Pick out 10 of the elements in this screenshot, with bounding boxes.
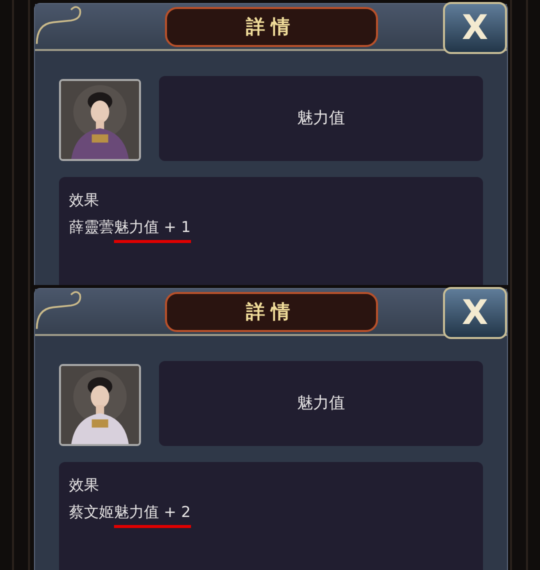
item-name: 魅力值	[297, 108, 345, 129]
item-name: 魅力值	[297, 393, 345, 414]
effect-heading: 效果	[69, 476, 100, 495]
effect-heading: 效果	[69, 191, 100, 210]
effect-text: 薛靈蕓魅力值 + 1	[69, 218, 473, 243]
effect-text: 蔡文姬魅力值 + 2	[69, 503, 473, 528]
close-button[interactable]: X	[443, 2, 507, 54]
window-title: 詳情	[164, 6, 378, 46]
close-button[interactable]: X	[443, 287, 507, 339]
window-title: 詳情	[164, 292, 378, 332]
